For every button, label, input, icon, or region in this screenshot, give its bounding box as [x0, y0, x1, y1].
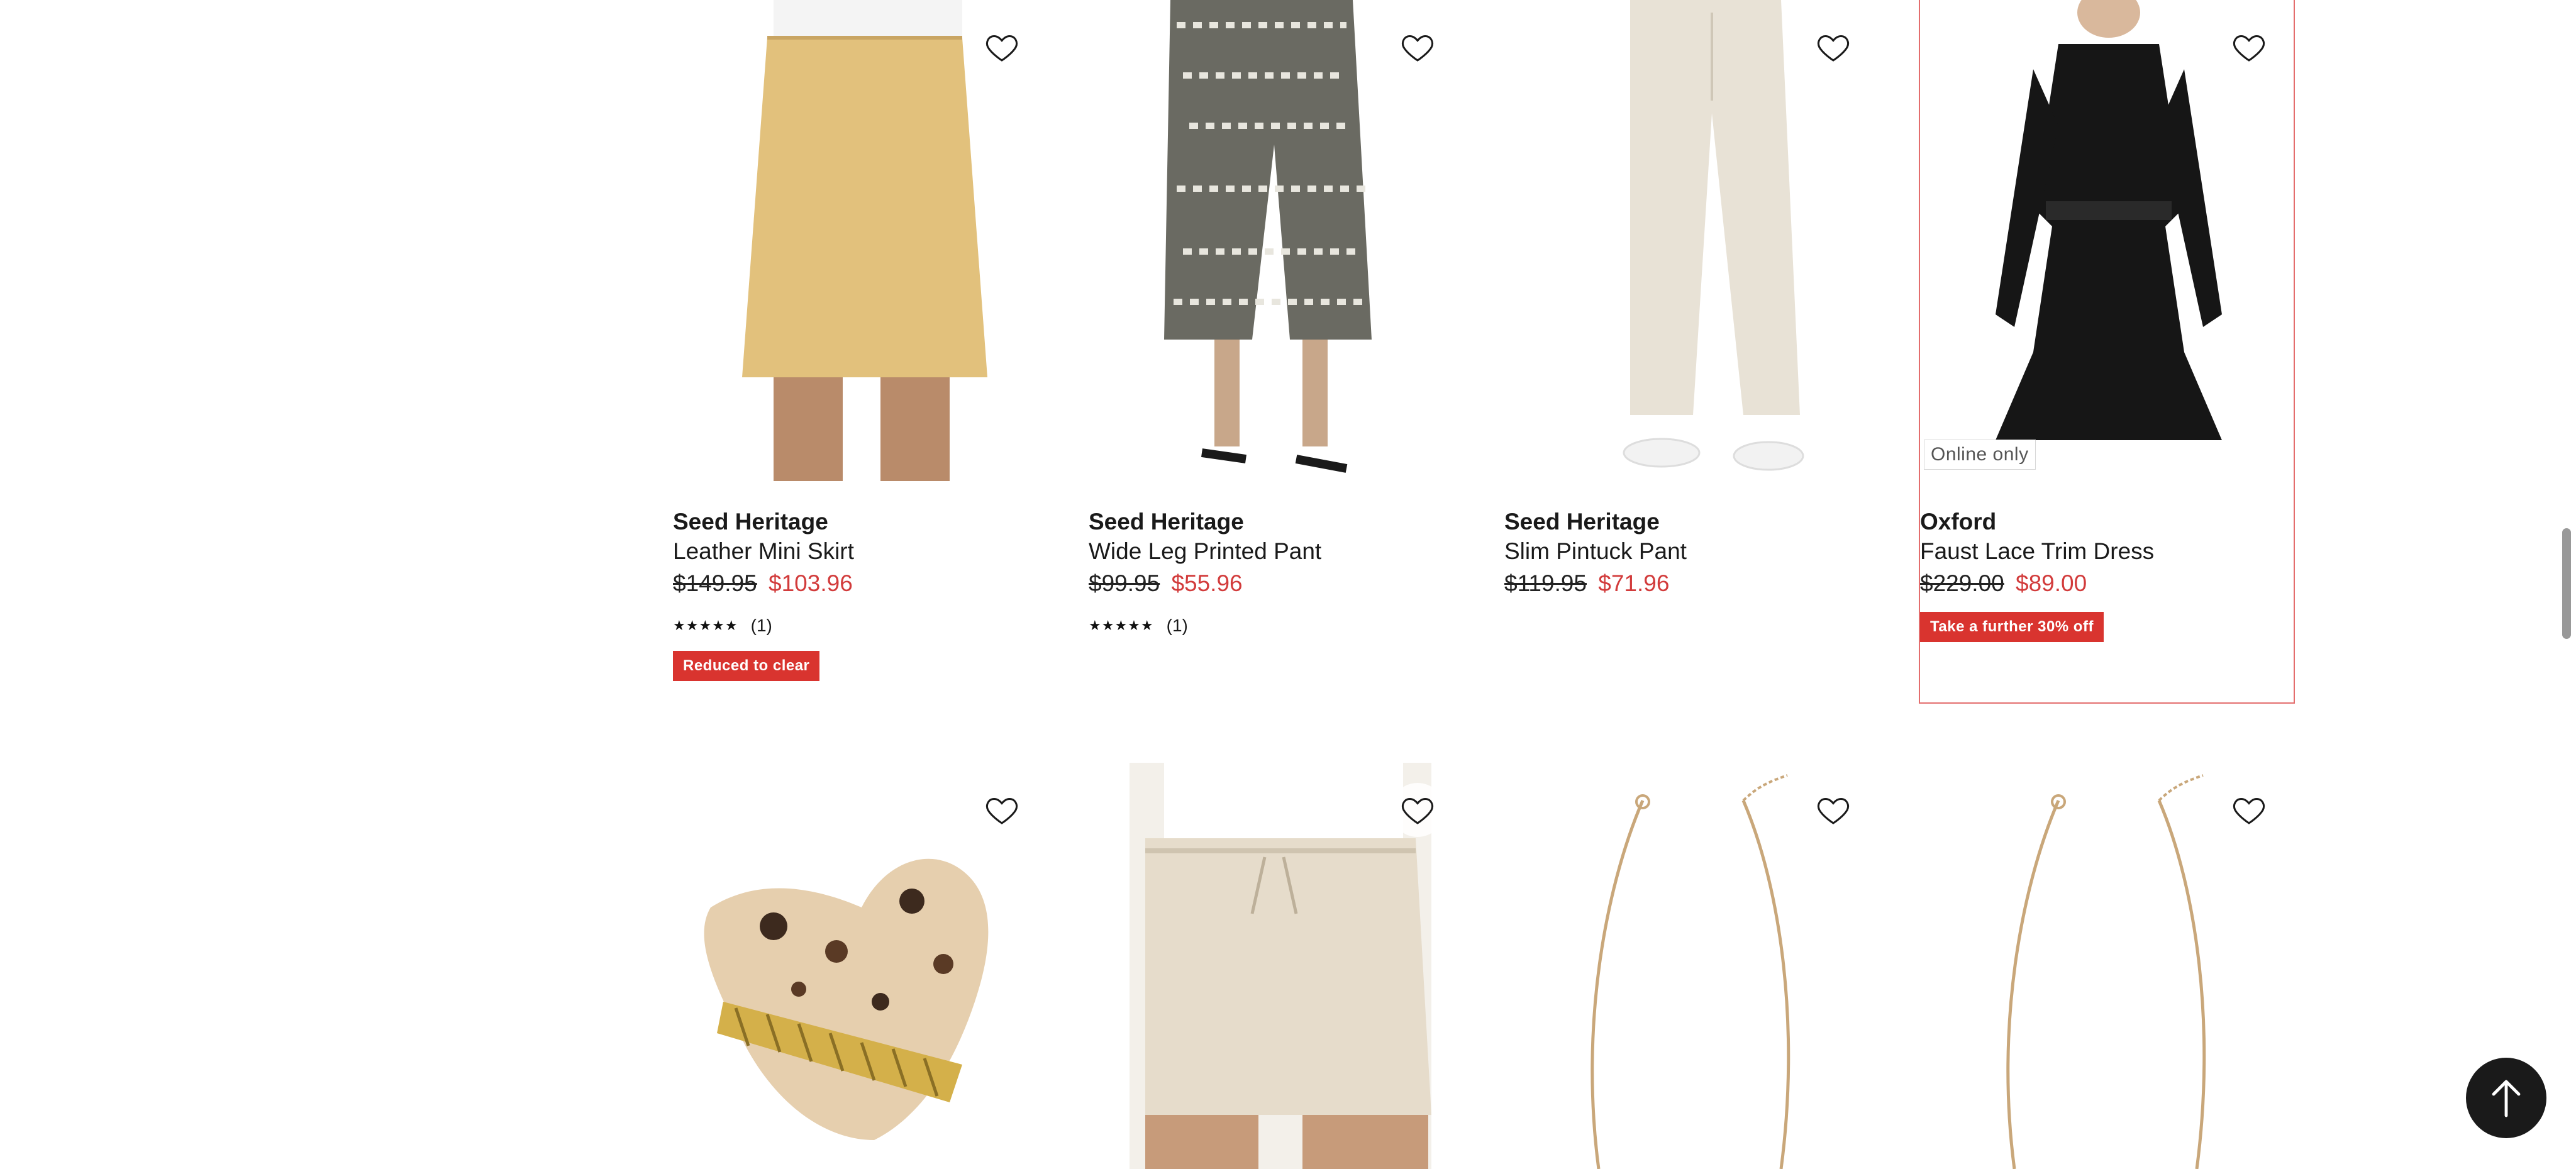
product-prices: $149.95 $103.96: [673, 567, 1046, 601]
product-card-pintuck-pant[interactable]: Seed Heritage Slim Pintuck Pant $119.95 …: [1504, 0, 1878, 601]
product-brand[interactable]: Oxford: [1920, 507, 2294, 536]
product-image[interactable]: [1504, 763, 1878, 1169]
original-price: $119.95: [1504, 570, 1587, 596]
product-image[interactable]: [673, 763, 1046, 1169]
rating-row[interactable]: ★★★★★ (1): [1089, 614, 1462, 637]
star-rating-icon: ★★★★★: [673, 618, 738, 633]
wishlist-heart-icon[interactable]: [1391, 20, 1445, 74]
wishlist-heart-icon[interactable]: [975, 20, 1029, 74]
pintuck-pant-photo: [1504, 0, 1878, 481]
dress-photo: [1920, 0, 2294, 481]
reduced-badge: Reduced to clear: [673, 651, 820, 681]
product-name[interactable]: Wide Leg Printed Pant: [1089, 536, 1462, 567]
wishlist-heart-icon[interactable]: [975, 783, 1029, 837]
review-count: (1): [750, 616, 772, 635]
wishlist-heart-icon[interactable]: [1806, 20, 1860, 74]
review-count: (1): [1166, 616, 1188, 635]
product-prices: $119.95 $71.96: [1504, 567, 1878, 601]
product-name[interactable]: Slim Pintuck Pant: [1504, 536, 1878, 567]
product-brand[interactable]: Seed Heritage: [1089, 507, 1462, 536]
scroll-to-top-button[interactable]: [2466, 1058, 2546, 1138]
product-card-linen-shorts[interactable]: [1089, 763, 1462, 1169]
wishlist-heart-icon[interactable]: [2222, 20, 2276, 74]
product-name[interactable]: Leather Mini Skirt: [673, 536, 1046, 567]
wishlist-heart-icon[interactable]: [2222, 783, 2276, 837]
scrollbar-thumb[interactable]: [2562, 528, 2571, 639]
pant-photo: [1089, 0, 1462, 481]
product-image[interactable]: [1504, 0, 1878, 481]
wishlist-heart-icon[interactable]: [1806, 783, 1860, 837]
sale-price: $55.96: [1171, 570, 1243, 596]
sale-price: $71.96: [1598, 570, 1670, 596]
product-card-skirt[interactable]: Seed Heritage Leather Mini Skirt $149.95…: [673, 0, 1046, 681]
product-card-pant[interactable]: Seed Heritage Wide Leg Printed Pant $99.…: [1089, 0, 1462, 637]
star-rating-icon: ★★★★★: [1089, 618, 1154, 633]
product-prices: $229.00 $89.00: [1920, 567, 2294, 601]
original-price: $99.95: [1089, 570, 1160, 596]
product-image[interactable]: [673, 0, 1046, 481]
sale-price: $89.00: [2016, 570, 2087, 596]
original-price: $149.95: [673, 570, 757, 596]
product-image[interactable]: [1920, 763, 2294, 1169]
product-image[interactable]: [1089, 0, 1462, 481]
arrow-up-icon: [2492, 1080, 2521, 1117]
product-image[interactable]: Online only: [1920, 0, 2294, 481]
skirt-photo: [673, 0, 1046, 481]
product-brand[interactable]: Seed Heritage: [1504, 507, 1878, 536]
product-card-claw-clip[interactable]: [673, 763, 1046, 1169]
original-price: $229.00: [1920, 570, 2004, 596]
wishlist-heart-icon[interactable]: [1391, 783, 1445, 837]
product-brand[interactable]: Seed Heritage: [673, 507, 1046, 536]
online-only-badge: Online only: [1924, 440, 2036, 470]
product-card-dress[interactable]: Online only Oxford Faust Lace Trim Dress…: [1919, 0, 2295, 704]
product-card-necklace-2[interactable]: [1920, 763, 2294, 1169]
product-prices: $99.95 $55.96: [1089, 567, 1462, 601]
sale-price: $103.96: [769, 570, 853, 596]
product-card-necklace-1[interactable]: [1504, 763, 1878, 1169]
product-image[interactable]: [1089, 763, 1462, 1169]
promo-badge: Take a further 30% off: [1920, 612, 2104, 642]
product-name[interactable]: Faust Lace Trim Dress: [1920, 536, 2294, 567]
rating-row[interactable]: ★★★★★ (1): [673, 614, 1046, 637]
